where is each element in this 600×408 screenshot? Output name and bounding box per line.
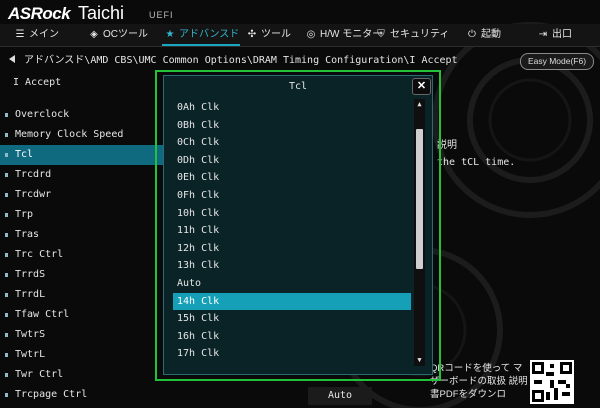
setting-trc-ctrl[interactable]: Trc Ctrl bbox=[0, 245, 170, 265]
option-15h[interactable]: 15h Clk bbox=[173, 310, 411, 328]
breadcrumb: アドバンスド\AMD CBS\UMC Common Options\DRAM T… bbox=[24, 55, 458, 66]
setting-trcpage-ctrl[interactable]: Trcpage Ctrl bbox=[0, 385, 170, 405]
setting-trrds[interactable]: TrrdS bbox=[0, 265, 170, 285]
bullet-icon bbox=[5, 233, 8, 237]
tab-tools[interactable]: ✣ ツール bbox=[246, 24, 291, 46]
active-tab-indicator bbox=[162, 44, 240, 46]
bullet-icon bbox=[5, 133, 8, 137]
bullet-icon bbox=[5, 313, 8, 317]
setting-twr-ctrl[interactable]: Twr Ctrl bbox=[0, 365, 170, 385]
bullet-icon bbox=[5, 393, 8, 397]
option-0bh[interactable]: 0Bh Clk bbox=[173, 117, 411, 135]
option-14h[interactable]: 14h Clk bbox=[173, 292, 411, 311]
dialog-title: Tcl bbox=[288, 81, 308, 92]
setting-twtrl[interactable]: TwtrL bbox=[0, 345, 170, 365]
setting-tras[interactable]: Tras bbox=[0, 225, 170, 245]
bullet-icon bbox=[5, 173, 8, 177]
bullet-icon bbox=[5, 273, 8, 277]
option-list: 0Ah Clk 0Bh Clk 0Ch Clk 0Dh Clk 0Eh Clk … bbox=[173, 99, 411, 366]
qr-caption: QRコードを使って マザーボードの取扱 説明書PDFをダウンロ bbox=[430, 363, 528, 400]
setting-trcdrd[interactable]: Trcdrd bbox=[0, 165, 170, 185]
option-16h[interactable]: 16h Clk bbox=[173, 328, 411, 346]
scroll-up-icon[interactable]: ▲ bbox=[414, 99, 425, 110]
bullet-icon bbox=[5, 253, 8, 257]
tools-icon: ✣ bbox=[247, 29, 257, 40]
option-12h[interactable]: 12h Clk bbox=[173, 240, 411, 258]
bullet-icon bbox=[5, 113, 8, 117]
scroll-down-icon[interactable]: ▼ bbox=[414, 355, 425, 366]
tab-oc-tools[interactable]: ◈ OCツール bbox=[88, 24, 148, 46]
option-17h[interactable]: 17h Clk bbox=[173, 345, 411, 363]
star-icon: ★ bbox=[165, 29, 175, 40]
setting-trrdl[interactable]: TrrdL bbox=[0, 285, 170, 305]
tab-exit[interactable]: ⇥ 出口 bbox=[537, 24, 572, 46]
qr-code-icon bbox=[530, 360, 574, 404]
option-10h[interactable]: 10h Clk bbox=[173, 205, 411, 223]
close-icon[interactable]: ✕ bbox=[412, 78, 431, 95]
setting-trcdwr[interactable]: Trcdwr bbox=[0, 185, 170, 205]
monitor-icon: ◎ bbox=[306, 29, 316, 40]
bullet-icon bbox=[5, 333, 8, 337]
option-11h[interactable]: 11h Clk bbox=[173, 222, 411, 240]
setting-tfaw-ctrl[interactable]: Tfaw Ctrl bbox=[0, 305, 170, 325]
menu-icon: ☰ bbox=[15, 29, 25, 40]
option-0fh[interactable]: 0Fh Clk bbox=[173, 187, 411, 205]
option-0ah[interactable]: 0Ah Clk bbox=[173, 99, 411, 117]
setting-tcl[interactable]: Tcl bbox=[0, 145, 165, 165]
scrollbar-thumb[interactable] bbox=[416, 129, 423, 269]
bullet-icon bbox=[5, 293, 8, 297]
option-0dh[interactable]: 0Dh Clk bbox=[173, 152, 411, 170]
easy-mode-button[interactable]: Easy Mode(F6) bbox=[520, 53, 594, 70]
tab-security[interactable]: ⛨ セキュリティ bbox=[375, 24, 449, 46]
shield-icon: ⛨ bbox=[377, 29, 385, 40]
description-text: the tCL time. bbox=[437, 157, 516, 168]
bullet-icon bbox=[5, 373, 8, 377]
bullet-icon bbox=[5, 153, 8, 157]
top-nav: ☰ メイン ◈ OCツール ★ アドバンスド ✣ ツール ◎ H/W モニター ⛨ セキュリ… bbox=[0, 24, 600, 47]
accept-label: I Accept bbox=[13, 77, 62, 88]
setting-memory-clock-speed[interactable]: Memory Clock Speed bbox=[0, 125, 170, 145]
setting-twtrs[interactable]: TwtrS bbox=[0, 325, 170, 345]
bullet-icon bbox=[5, 193, 8, 197]
setting-trp[interactable]: Trp bbox=[0, 205, 170, 225]
exit-icon: ⇥ bbox=[538, 29, 548, 40]
bullet-icon bbox=[5, 353, 8, 357]
rocket-icon: ◈ bbox=[90, 29, 98, 40]
option-13h[interactable]: 13h Clk bbox=[173, 257, 411, 275]
option-auto[interactable]: Auto bbox=[173, 275, 411, 293]
current-value-field[interactable]: Auto bbox=[308, 387, 372, 405]
power-icon: ⏻ bbox=[468, 29, 476, 40]
tab-advanced[interactable]: ★ アドバンスド bbox=[164, 24, 240, 46]
firmware-label: UEFI bbox=[149, 10, 174, 20]
option-0ch[interactable]: 0Ch Clk bbox=[173, 134, 411, 152]
tab-boot[interactable]: ⏻ 起動 bbox=[466, 24, 501, 46]
bullet-icon bbox=[5, 213, 8, 217]
board-model: Taichi bbox=[78, 3, 125, 23]
setting-overclock[interactable]: Overclock bbox=[0, 105, 170, 125]
brand-logo: ASRock bbox=[8, 4, 71, 23]
back-arrow-icon[interactable] bbox=[9, 55, 15, 63]
tab-main[interactable]: ☰ メイン bbox=[14, 24, 59, 46]
option-0eh[interactable]: 0Eh Clk bbox=[173, 169, 411, 187]
tab-hw-monitor[interactable]: ◎ H/W モニター bbox=[305, 24, 383, 46]
